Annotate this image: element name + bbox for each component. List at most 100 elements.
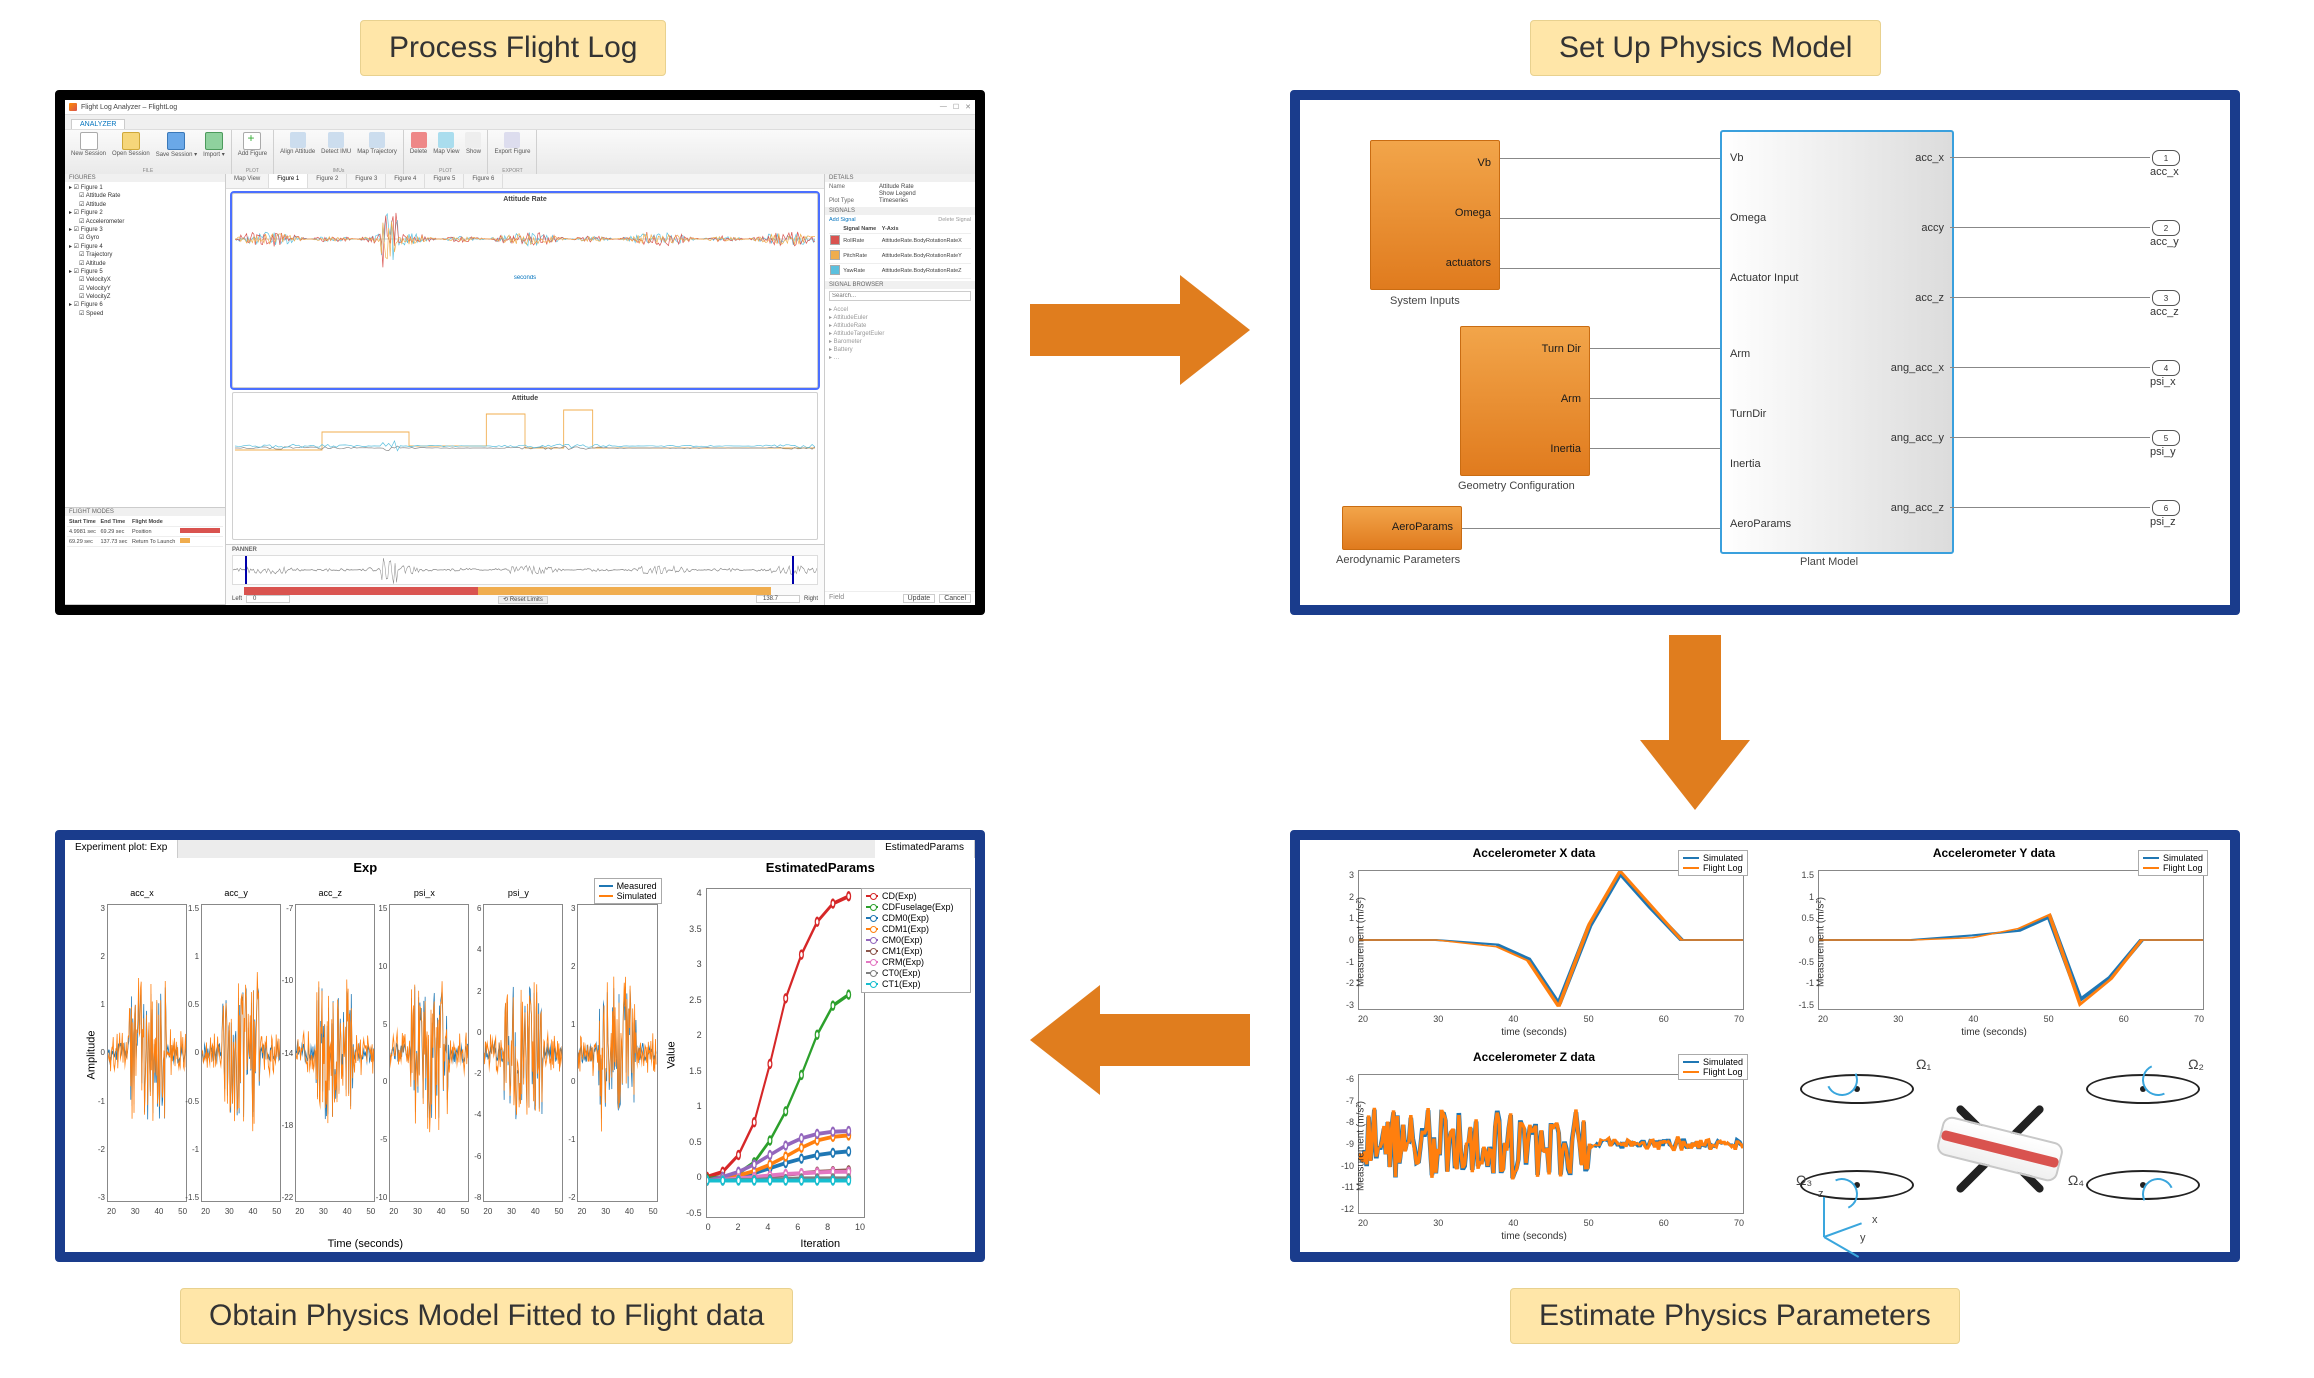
show-button[interactable]: Show xyxy=(465,132,481,155)
open-session-button[interactable]: Open Session xyxy=(112,132,150,158)
wire xyxy=(1590,448,1720,449)
chart-acc-z: Accelerometer Z data Measurement (m/s²) … xyxy=(1314,1050,1754,1242)
simulink-diagram: Vb Omega actuators System Inputs Turn Di… xyxy=(1300,100,2230,605)
window-max-icon[interactable]: ☐ xyxy=(953,103,959,111)
port-label: Vb xyxy=(1478,157,1491,169)
plot-attitude[interactable]: Attitude xyxy=(232,392,818,540)
legend: Simulated Flight Log xyxy=(1678,1054,1748,1080)
delete-button[interactable]: Delete xyxy=(410,132,427,155)
tree-item[interactable]: ☑ VelocityY xyxy=(69,285,221,293)
exp-subplot: acc_y1.510.50-0.5-1-1.520304050 xyxy=(189,888,283,1218)
panner[interactable]: PANNER Left 0 ⟲ Reset Limits 138.7 xyxy=(226,544,824,605)
figure-tab[interactable]: Figure 4 xyxy=(386,174,425,188)
tree-figure[interactable]: ▸ ☑ Figure 2 xyxy=(69,209,221,217)
browser-item[interactable]: ▸ Accel xyxy=(829,305,971,313)
figure-tab[interactable]: Figure 6 xyxy=(464,174,503,188)
tree-item[interactable]: ☑ VelocityZ xyxy=(69,293,221,301)
flight-mode-row[interactable]: 69.29 sec137.73 secReturn To Launch xyxy=(67,537,223,547)
window-min-icon[interactable]: — xyxy=(940,103,947,111)
map-trajectory-button[interactable]: Map Trajectory xyxy=(357,132,397,155)
block-label: Aerodynamic Parameters xyxy=(1336,554,1460,566)
plot-attitude-rate[interactable]: Attitude Rate seconds xyxy=(232,193,818,388)
tab-estimated-params[interactable]: EstimatedParams xyxy=(875,840,975,858)
delete-signal-button[interactable]: Delete Signal xyxy=(938,217,971,223)
outport: 1 xyxy=(2152,150,2180,166)
tab-analyzer[interactable]: ANALYZER xyxy=(71,119,125,129)
figure-tab[interactable]: Figure 2 xyxy=(308,174,347,188)
figures-tree[interactable]: ▸ ☑ Figure 1☑ Attitude Rate☑ Attitude▸ ☑… xyxy=(65,182,225,320)
browser-item[interactable]: ▸ AttitudeEuler xyxy=(829,313,971,321)
signal-browser-list[interactable]: ▸ Accel▸ AttitudeEuler▸ AttitudeRate▸ At… xyxy=(825,303,975,591)
plot-title: Attitude Rate xyxy=(235,196,815,203)
figure-tabs[interactable]: Map ViewFigure 1Figure 2Figure 3Figure 4… xyxy=(226,174,824,189)
window-title: Flight Log Analyzer – FlightLog xyxy=(81,104,177,111)
save-session-button[interactable]: Save Session ▾ xyxy=(156,132,197,158)
export-figure-button[interactable]: Export Figure xyxy=(494,132,530,155)
tree-figure[interactable]: ▸ ☑ Figure 4 xyxy=(69,243,221,251)
figure-tab[interactable]: Map View xyxy=(226,174,269,188)
panel-set-up-physics-model: Vb Omega actuators System Inputs Turn Di… xyxy=(1290,90,2240,615)
tree-figure[interactable]: ▸ ☑ Figure 6 xyxy=(69,301,221,309)
window-buttons[interactable]: — ☐ ✕ xyxy=(940,103,971,111)
toolbar-group-export: Export Figure EXPORT xyxy=(488,130,537,176)
tree-item[interactable]: ☑ Attitude Rate xyxy=(69,192,221,200)
tree-item[interactable]: ☑ VelocityX xyxy=(69,276,221,284)
new-session-button[interactable]: New Session xyxy=(71,132,106,158)
exp-subplot: psi_y6420-2-4-6-820304050 xyxy=(471,888,565,1218)
tree-item[interactable]: ☑ Trajectory xyxy=(69,251,221,259)
details-kv: NameAttitude RateShow LegendPlot TypeTim… xyxy=(825,182,975,207)
tree-item[interactable]: ☑ Altitude xyxy=(69,260,221,268)
flight-mode-row[interactable]: 4.9981 sec69.29 secPosition xyxy=(67,527,223,537)
plot-title: Attitude xyxy=(235,395,815,402)
signal-browser-search[interactable] xyxy=(829,291,971,301)
signal-row[interactable]: RollRateAttitudeRate.BodyRotationRateX xyxy=(829,234,971,249)
toolbar-group-plot2: Delete Map View Show PLOT xyxy=(404,130,489,176)
tree-item[interactable]: ☑ Attitude xyxy=(69,201,221,209)
tree-item[interactable]: ☑ Gyro xyxy=(69,234,221,242)
tree-figure[interactable]: ▸ ☑ Figure 3 xyxy=(69,226,221,234)
browser-cancel-button[interactable]: Cancel xyxy=(939,594,971,603)
tree-figure[interactable]: ▸ ☑ Figure 1 xyxy=(69,184,221,192)
tree-item[interactable]: ☑ Speed xyxy=(69,310,221,318)
panner-strip[interactable] xyxy=(232,555,818,585)
signal-row[interactable]: PitchRateAttitudeRate.BodyRotationRateY xyxy=(829,249,971,264)
browser-item[interactable]: ▸ … xyxy=(829,353,971,361)
reset-limits-button[interactable]: ⟲ Reset Limits xyxy=(498,596,548,604)
signals-table[interactable]: Signal NameY-AxisRollRateAttitudeRate.Bo… xyxy=(829,225,971,279)
browser-update-button[interactable]: Update xyxy=(903,594,936,603)
figure-tab[interactable]: Figure 3 xyxy=(347,174,386,188)
port-label: AeroParams xyxy=(1392,521,1453,533)
tab-experiment-plot[interactable]: Experiment plot: Exp xyxy=(65,840,178,858)
block-label: Plant Model xyxy=(1800,556,1858,568)
browser-item[interactable]: ▸ Battery xyxy=(829,345,971,353)
browser-item[interactable]: ▸ AttitudeRate xyxy=(829,321,971,329)
panel-fitted-model: Experiment plot: Exp EstimatedParams Exp… xyxy=(55,830,985,1262)
panner-left-input[interactable]: 0 xyxy=(246,595,290,603)
panner-right-input[interactable]: 138.7 xyxy=(756,595,800,603)
map-view-button[interactable]: Map View xyxy=(433,132,459,155)
import-button[interactable]: Import ▾ xyxy=(203,132,225,158)
browser-item[interactable]: ▸ Barometer xyxy=(829,337,971,345)
detect-imu-button[interactable]: Detect IMU xyxy=(321,132,351,155)
figure-tab[interactable]: Figure 5 xyxy=(425,174,464,188)
tree-figure[interactable]: ▸ ☑ Figure 5 xyxy=(69,268,221,276)
arrow-step2-to-step3 xyxy=(1640,635,1750,810)
exp-subplot: psi_x151050-5-1020304050 xyxy=(377,888,471,1218)
matlab-icon xyxy=(69,103,77,111)
signal-row[interactable]: YawRateAttitudeRate.BodyRotationRateZ xyxy=(829,264,971,279)
outport: 2 xyxy=(2152,220,2180,236)
add-signal-button[interactable]: Add Signal xyxy=(829,217,856,223)
toolbar-group-imus: Align Attitude Detect IMU Map Trajectory… xyxy=(274,130,404,176)
window-close-icon[interactable]: ✕ xyxy=(965,103,971,111)
block-label: System Inputs xyxy=(1390,295,1460,307)
align-attitude-button[interactable]: Align Attitude xyxy=(280,132,315,155)
browser-item[interactable]: ▸ AttitudeTargetEuler xyxy=(829,329,971,337)
figure-tab[interactable]: Figure 1 xyxy=(269,174,308,188)
tree-item[interactable]: ☑ Accelerometer xyxy=(69,218,221,226)
wire xyxy=(1500,218,1720,219)
add-figure-button[interactable]: +Add Figure xyxy=(238,132,267,157)
app-tabstrip: ANALYZER xyxy=(65,115,975,130)
wire xyxy=(1590,398,1720,399)
exp-subplot: psi_z3210-1-220304050 xyxy=(565,888,659,1218)
panner-left-label: Left xyxy=(232,596,242,602)
